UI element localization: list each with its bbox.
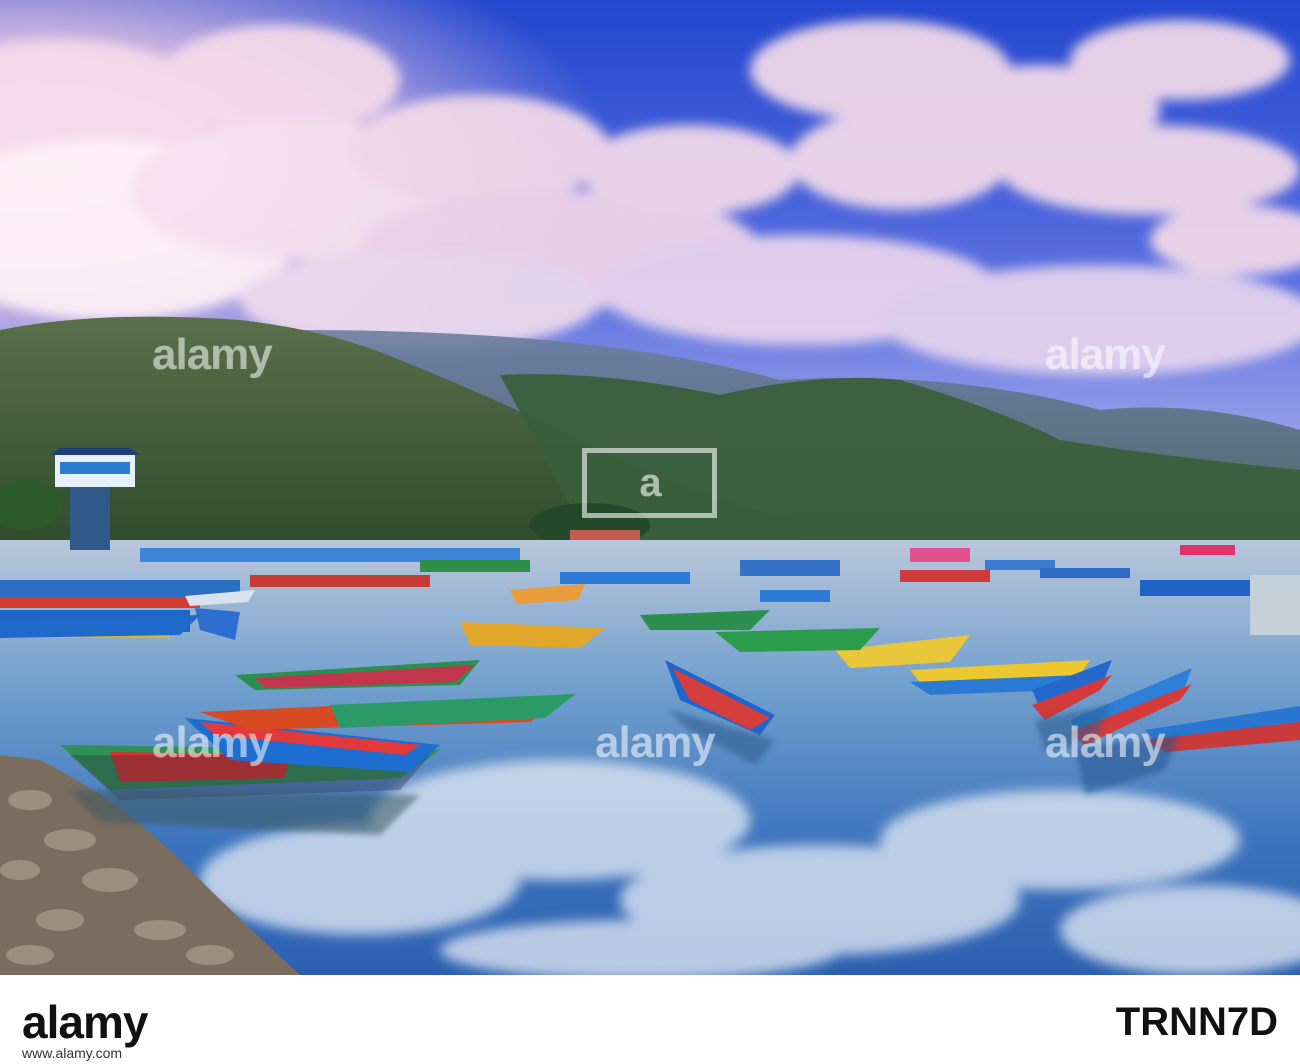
photo-page: alamy alamy alamy alamy alamy a alamy TR… (0, 0, 1300, 1064)
watermark-bottom-center: alamy (595, 718, 716, 767)
watermark-bottom-right: alamy (1045, 718, 1166, 767)
watermark-bottom-left: alamy (152, 718, 273, 767)
footer-bar (0, 975, 1300, 1064)
alamy-url[interactable]: www.alamy.com (22, 1045, 122, 1061)
image-id: TRNN7D (1115, 1000, 1278, 1044)
watermark-right: alamy (1045, 330, 1166, 379)
alamy-logo[interactable]: alamy (22, 995, 148, 1049)
watermark-left: alamy (152, 330, 273, 379)
watermark-center-box: a (582, 448, 717, 518)
